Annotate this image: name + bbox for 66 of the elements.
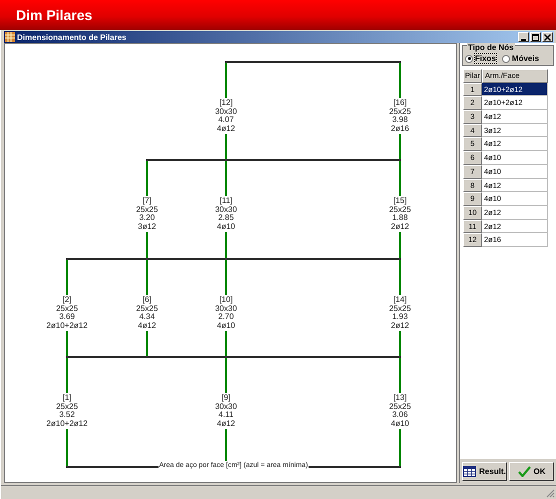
rebar-label: 4ø10 — [216, 322, 236, 330]
check-icon — [518, 466, 530, 477]
maximize-icon — [532, 34, 539, 40]
pillar-id: [12] — [219, 99, 233, 108]
pillar-section: 30x30 — [215, 108, 237, 116]
steel-area: 2.70 — [218, 313, 234, 322]
radio-button[interactable] — [502, 54, 510, 62]
rebar-label: 2ø10+2ø12 — [46, 322, 88, 330]
grid-icon — [5, 32, 15, 42]
result-button[interactable]: Result. — [462, 462, 507, 481]
pillar-section: 25x25 — [136, 304, 158, 313]
rebar-label: 2ø12 — [390, 222, 410, 231]
pillar-section: 25x25 — [389, 304, 411, 313]
pillar-section: 25x25 — [136, 206, 158, 214]
radio-option[interactable]: Fixos — [465, 54, 496, 63]
app-title: Dim Pilares — [16, 7, 92, 23]
steel-area: 3.98 — [392, 116, 408, 124]
rebar-label: 3ø12 — [138, 222, 156, 231]
pillar-id: [13] — [393, 394, 407, 402]
pillar-section: 30x30 — [215, 206, 237, 214]
rebar-label: 4ø12 — [138, 322, 156, 330]
table-icon — [463, 466, 476, 477]
group-title: Tipo de Nós — [467, 43, 515, 52]
rebar-label: 2ø16 — [390, 124, 410, 133]
close-button[interactable] — [542, 32, 553, 42]
pillar-id: [16] — [393, 99, 407, 108]
pillar-id: [11] — [220, 197, 232, 206]
pillar-id: [1] — [62, 394, 72, 402]
pillar-section: 25x25 — [389, 402, 411, 411]
pillar-section: 25x25 — [389, 108, 411, 116]
steel-area: 3.69 — [59, 313, 75, 322]
close-icon — [544, 34, 551, 40]
steel-area: 4.11 — [218, 411, 234, 420]
resize-grip-icon — [545, 488, 555, 498]
pillar-id: [6] — [142, 296, 152, 304]
pillar-id: [10] — [219, 296, 233, 304]
steel-area: 3.52 — [59, 411, 75, 420]
pillar-section: 25x25 — [389, 206, 411, 214]
pillar-section: 30x30 — [215, 304, 237, 313]
ok-button[interactable]: OK — [509, 462, 554, 481]
pillar-id: [9] — [222, 394, 230, 402]
steel-area: 1.93 — [392, 313, 408, 322]
steel-area: 3.20 — [139, 214, 155, 222]
pillar-id: [15] — [393, 197, 407, 206]
rebar-label: 4ø12 — [216, 124, 236, 133]
maximize-button[interactable] — [530, 32, 541, 42]
radio-button[interactable] — [465, 54, 473, 62]
window-title: Dimensionamento de Pilares — [17, 32, 128, 42]
rebar-label: 2ø12 — [390, 322, 410, 330]
steel-area: 3.06 — [392, 411, 408, 420]
steel-area: 2.85 — [218, 214, 234, 222]
minimize-button[interactable] — [518, 32, 529, 42]
pillar-section: 25x25 — [56, 402, 78, 411]
pillar-section: 25x25 — [56, 304, 78, 313]
steel-area: 4.07 — [218, 116, 234, 124]
rebar-label: 4ø10 — [390, 420, 410, 428]
pillar-id: [2] — [62, 296, 72, 304]
pillar-section: 30x30 — [215, 402, 237, 411]
rebar-label: 4ø10 — [216, 222, 236, 231]
radio-option[interactable]: Móveis — [502, 54, 540, 63]
pillar-id: [7] — [142, 197, 152, 206]
rebar-label: 4ø12 — [216, 420, 236, 428]
steel-area: 1.88 — [392, 214, 408, 222]
rebar-label: 2ø10+2ø12 — [46, 420, 88, 428]
pillar-id: [14] — [393, 296, 407, 304]
steel-area: 4.34 — [139, 313, 155, 322]
